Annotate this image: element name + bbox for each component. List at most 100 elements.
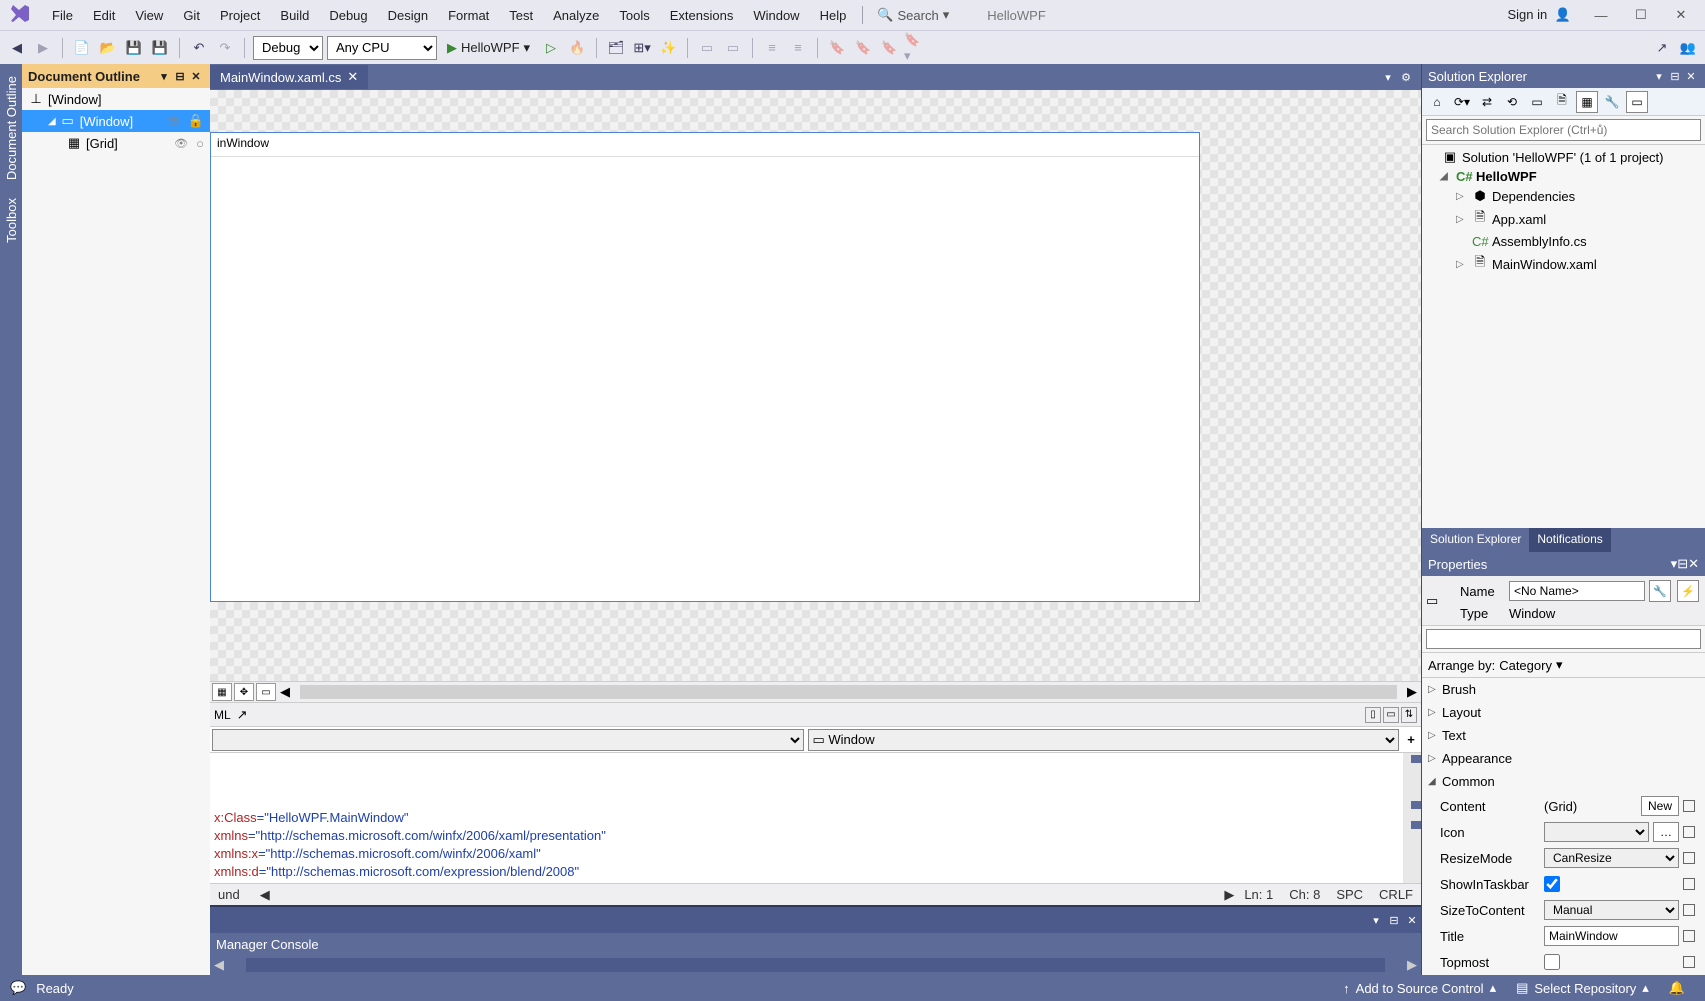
title-input[interactable] <box>1544 926 1679 946</box>
select-repository-button[interactable]: ▤ Select Repository ▴ <box>1506 980 1659 996</box>
bottom-horizontal-scrollbar[interactable]: ◀▶ <box>210 955 1421 975</box>
new-content-button[interactable]: New <box>1641 796 1679 816</box>
category-appearance[interactable]: ▷Appearance <box>1422 747 1705 770</box>
topmost-checkbox[interactable] <box>1544 952 1560 972</box>
outline-root[interactable]: ⊥ [Window] <box>22 88 210 110</box>
live-share-button[interactable]: 👥 <box>1677 37 1699 59</box>
pin-icon[interactable]: ⊟ <box>1667 70 1683 83</box>
scroll-right-icon[interactable]: ▶ <box>1407 684 1417 700</box>
xaml-designer[interactable]: inWindow <box>210 90 1421 681</box>
group-button[interactable]: ▭ <box>696 37 718 59</box>
menu-format[interactable]: Format <box>438 4 499 27</box>
outline-item[interactable]: ◢ ▭ [Window] 👁 🔒 <box>22 110 210 132</box>
scroll-left-icon[interactable]: ◀ <box>280 684 290 700</box>
close-icon[interactable]: ✕ <box>1403 914 1421 927</box>
menu-file[interactable]: File <box>42 4 83 27</box>
tab-notifications[interactable]: Notifications <box>1529 528 1610 552</box>
menu-help[interactable]: Help <box>810 4 857 27</box>
close-icon[interactable]: ✕ <box>347 69 358 85</box>
minimize-button[interactable]: — <box>1581 4 1621 27</box>
category-common[interactable]: ◢Common <box>1422 770 1705 793</box>
switch-view-icon[interactable]: ⟳▾ <box>1451 91 1473 113</box>
add-source-control-button[interactable]: ↑ Add to Source Control ▴ <box>1333 980 1506 996</box>
dropdown-icon[interactable]: ▾ <box>1379 71 1397 84</box>
split-vertical-icon[interactable]: ▯ <box>1365 707 1381 723</box>
chevron-down-icon[interactable]: ▾ <box>156 70 172 83</box>
forward-button[interactable]: ▶ <box>32 37 54 59</box>
outline-item[interactable]: ▦ [Grid] 👁 ○ <box>22 132 210 154</box>
pin-icon[interactable]: ⊟ <box>1677 556 1688 572</box>
platform-select[interactable]: Any CPU <box>327 36 437 60</box>
valign-button[interactable]: ≡ <box>787 37 809 59</box>
close-button[interactable]: ✕ <box>1661 3 1701 27</box>
package-manager-console-tab[interactable]: Manager Console <box>210 933 1421 955</box>
open-button[interactable]: 📂 <box>97 37 119 59</box>
effects-icon[interactable]: ✨ <box>657 37 679 59</box>
menu-git[interactable]: Git <box>173 4 210 27</box>
design-window-preview[interactable]: inWindow <box>210 132 1200 602</box>
project-node[interactable]: ◢ C# HelloWPF <box>1422 167 1705 186</box>
lock-icon[interactable]: ○ <box>196 136 204 151</box>
solution-search-input[interactable] <box>1426 119 1701 141</box>
search-menu[interactable]: 🔍 Search ▾ <box>869 7 957 23</box>
bookmark4-icon[interactable]: 🔖▾ <box>904 37 926 59</box>
dropdown-icon[interactable]: ▾ <box>1367 914 1385 927</box>
xaml-code-editor[interactable]: x:Class="HelloWPF.MainWindow"xmlns="http… <box>210 753 1421 883</box>
ungroup-button[interactable]: ▭ <box>722 37 744 59</box>
sign-in-button[interactable]: Sign in 👤 <box>1497 3 1581 27</box>
tree-node[interactable]: ▷ 🗎 MainWindow.xaml <box>1422 251 1705 277</box>
crumb-left-select[interactable] <box>212 729 804 751</box>
category-brush[interactable]: ▷Brush <box>1422 678 1705 701</box>
dropdown-icon[interactable]: ▾ <box>1651 70 1667 83</box>
maximize-button[interactable]: ☐ <box>1621 3 1661 27</box>
crumb-right-select[interactable]: ▭ Window <box>808 729 1400 751</box>
bookmark-icon[interactable]: 🔖 <box>826 37 848 59</box>
menu-analyze[interactable]: Analyze <box>543 4 609 27</box>
add-icon[interactable]: + <box>1401 732 1421 747</box>
menu-edit[interactable]: Edit <box>83 4 125 27</box>
start-without-debug-button[interactable]: ▷ <box>540 37 562 59</box>
tree-node[interactable]: C# AssemblyInfo.cs <box>1422 232 1705 251</box>
wrench-icon[interactable]: 🔧 <box>1649 580 1671 602</box>
eye-icon[interactable]: 👁 <box>174 137 188 150</box>
tab-solution-explorer[interactable]: Solution Explorer <box>1422 528 1529 552</box>
redo-button[interactable]: ↷ <box>214 37 236 59</box>
category-text[interactable]: ▷Text <box>1422 724 1705 747</box>
menu-test[interactable]: Test <box>499 4 543 27</box>
popout-icon[interactable]: ↗ <box>237 707 248 723</box>
eye-icon[interactable]: 👁 <box>166 115 180 128</box>
hot-reload-button[interactable]: 🔥 <box>566 37 588 59</box>
scroll-right-icon[interactable]: ▶ <box>1224 887 1234 903</box>
icon-select[interactable] <box>1544 822 1649 842</box>
sync-icon[interactable]: ⟲ <box>1501 91 1523 113</box>
arrange-by[interactable]: Arrange by: Category ▾ <box>1422 653 1705 678</box>
back-button[interactable]: ◀ <box>6 37 28 59</box>
lock-icon[interactable]: 🔒 <box>188 113 204 129</box>
pending-changes-icon[interactable]: ⇄ <box>1476 91 1498 113</box>
browse-button[interactable]: … <box>1653 822 1679 842</box>
undo-button[interactable]: ↶ <box>188 37 210 59</box>
document-tab[interactable]: MainWindow.xaml.cs ✕ <box>210 65 368 89</box>
save-all-button[interactable]: 💾 <box>149 37 171 59</box>
new-project-button[interactable]: 📄 <box>71 37 93 59</box>
properties-search-input[interactable] <box>1426 629 1701 649</box>
property-marker[interactable] <box>1683 904 1695 916</box>
menu-window[interactable]: Window <box>743 4 809 27</box>
zoom-tool-icon[interactable]: ▭ <box>256 683 276 701</box>
menu-design[interactable]: Design <box>378 4 438 27</box>
pin-icon[interactable]: ⊟ <box>1385 914 1403 927</box>
bookmark3-icon[interactable]: 🔖 <box>878 37 900 59</box>
properties-icon[interactable]: 🔧 <box>1601 91 1623 113</box>
close-icon[interactable]: ✕ <box>188 70 204 83</box>
collapse-all-icon[interactable]: ▭ <box>1526 91 1548 113</box>
property-marker[interactable] <box>1683 930 1695 942</box>
home-icon[interactable]: ⌂ <box>1426 91 1448 113</box>
menu-view[interactable]: View <box>125 4 173 27</box>
tree-node[interactable]: ▷ 🗎 App.xaml <box>1422 206 1705 232</box>
close-icon[interactable]: ✕ <box>1688 556 1699 572</box>
show-all-files-icon[interactable]: 🗎 <box>1551 91 1573 113</box>
property-marker[interactable] <box>1683 956 1695 968</box>
save-button[interactable]: 💾 <box>123 37 145 59</box>
horizontal-scrollbar[interactable] <box>300 685 1397 699</box>
start-debug-button[interactable]: ▶ HelloWPF ▾ <box>441 36 536 60</box>
